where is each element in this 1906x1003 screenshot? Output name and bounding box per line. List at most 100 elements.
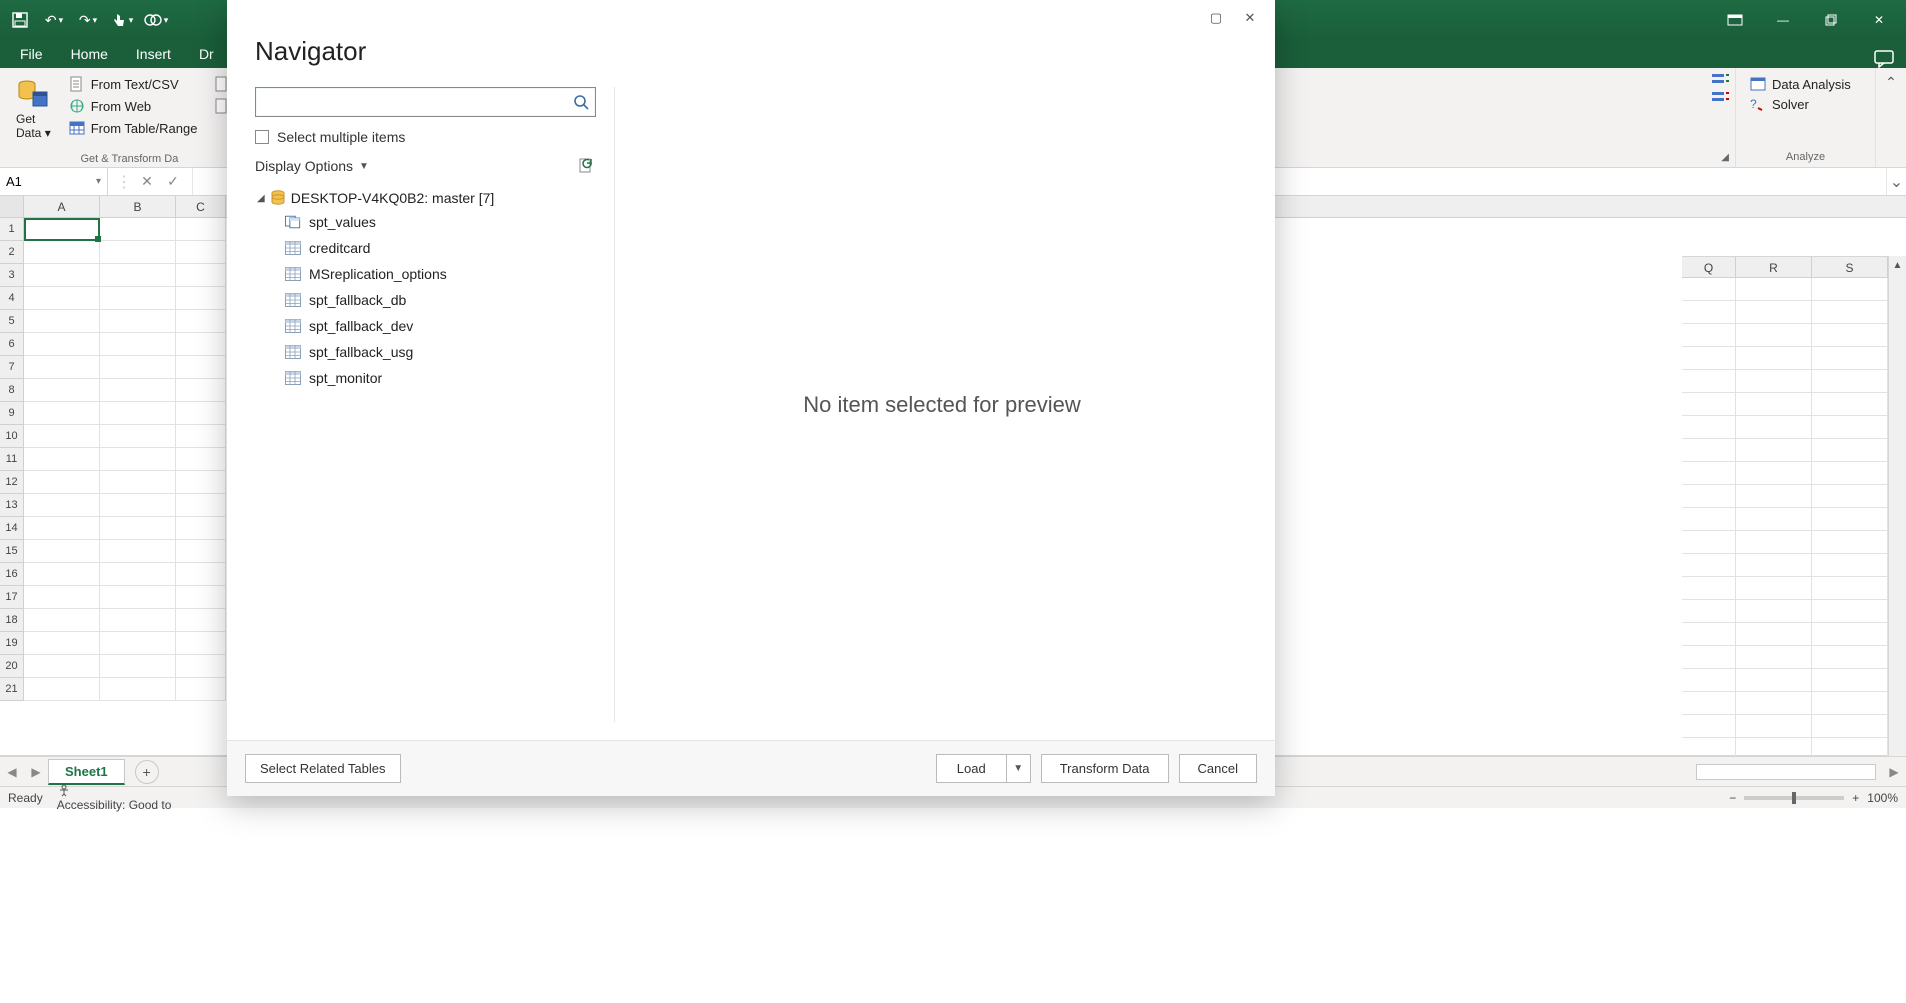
dialog-close-button[interactable]: ✕ (1233, 4, 1267, 32)
row-header[interactable]: 16 (0, 563, 24, 586)
tab-file[interactable]: File (6, 40, 57, 68)
redo-icon[interactable]: ↷▾ (74, 6, 102, 34)
cell[interactable] (1682, 692, 1736, 715)
dialog-launcher-icon[interactable]: ◢ (1721, 152, 1733, 163)
cell[interactable] (1736, 324, 1812, 347)
cell[interactable] (24, 586, 100, 609)
from-text-csv-button[interactable]: From Text/CSV (65, 74, 202, 94)
row-header[interactable]: 5 (0, 310, 24, 333)
cell[interactable] (1812, 715, 1888, 738)
cell[interactable] (1812, 531, 1888, 554)
horizontal-scrollbar[interactable] (1696, 764, 1876, 780)
cell[interactable] (176, 264, 226, 287)
cell[interactable] (1682, 462, 1736, 485)
cell[interactable] (1736, 692, 1812, 715)
cell[interactable] (100, 586, 176, 609)
cell[interactable] (176, 517, 226, 540)
cell[interactable] (176, 678, 226, 701)
cell[interactable] (176, 655, 226, 678)
tab-draw[interactable]: Dr (185, 40, 228, 68)
formula-enter-icon[interactable]: ✓ (162, 171, 184, 193)
cell[interactable] (24, 287, 100, 310)
cell[interactable] (1812, 462, 1888, 485)
group-rows-icon[interactable] (1712, 72, 1730, 86)
cell[interactable] (1736, 577, 1812, 600)
cell[interactable] (1812, 577, 1888, 600)
cell[interactable] (24, 241, 100, 264)
cell[interactable] (176, 241, 226, 264)
cell[interactable] (1812, 393, 1888, 416)
cell[interactable] (100, 563, 176, 586)
refresh-icon[interactable] (578, 157, 596, 175)
cell[interactable] (24, 632, 100, 655)
ribbon-display-icon[interactable] (1712, 5, 1758, 35)
cell[interactable] (176, 425, 226, 448)
cell[interactable] (24, 540, 100, 563)
cell[interactable] (1812, 301, 1888, 324)
cell[interactable] (1682, 393, 1736, 416)
cell[interactable] (100, 678, 176, 701)
tree-item[interactable]: spt_monitor (283, 365, 596, 391)
close-button[interactable]: ✕ (1856, 5, 1902, 35)
maximize-button[interactable] (1808, 5, 1854, 35)
cell[interactable] (24, 678, 100, 701)
cell[interactable] (1812, 623, 1888, 646)
cell[interactable] (1682, 715, 1736, 738)
ungroup-rows-icon[interactable] (1712, 90, 1730, 104)
cell[interactable] (1682, 554, 1736, 577)
cell[interactable] (1736, 278, 1812, 301)
cell[interactable] (1736, 301, 1812, 324)
cell[interactable] (176, 310, 226, 333)
tab-insert[interactable]: Insert (122, 40, 185, 68)
tree-item[interactable]: spt_fallback_db (283, 287, 596, 313)
cell[interactable] (100, 448, 176, 471)
cell[interactable] (1682, 508, 1736, 531)
cell[interactable] (1812, 278, 1888, 301)
comments-icon[interactable] (1874, 50, 1894, 68)
cell[interactable] (100, 333, 176, 356)
cell[interactable] (100, 494, 176, 517)
cell[interactable] (1736, 554, 1812, 577)
zoom-slider[interactable] (1744, 796, 1844, 800)
cell[interactable] (1736, 393, 1812, 416)
from-web-button[interactable]: From Web (65, 96, 202, 116)
cell[interactable] (24, 264, 100, 287)
cell[interactable] (176, 540, 226, 563)
cell[interactable] (1736, 508, 1812, 531)
cell[interactable] (1812, 669, 1888, 692)
cell[interactable] (24, 356, 100, 379)
cell[interactable] (1736, 669, 1812, 692)
cell[interactable] (1682, 324, 1736, 347)
cell[interactable] (176, 586, 226, 609)
cell[interactable] (176, 609, 226, 632)
cell[interactable] (1736, 462, 1812, 485)
cell[interactable] (1812, 554, 1888, 577)
row-header[interactable]: 15 (0, 540, 24, 563)
cell[interactable] (1736, 416, 1812, 439)
cell[interactable] (1736, 531, 1812, 554)
cell[interactable] (1812, 416, 1888, 439)
zoom-out-icon[interactable]: − (1729, 791, 1736, 805)
tab-home[interactable]: Home (57, 40, 122, 68)
cell[interactable] (1736, 715, 1812, 738)
row-header[interactable]: 19 (0, 632, 24, 655)
cell[interactable] (176, 563, 226, 586)
col-header[interactable]: C (176, 196, 226, 217)
row-header[interactable]: 6 (0, 333, 24, 356)
cell[interactable] (24, 655, 100, 678)
tree-item[interactable]: spt_fallback_usg (283, 339, 596, 365)
cell[interactable] (1736, 623, 1812, 646)
cell[interactable] (1736, 600, 1812, 623)
row-header[interactable]: 11 (0, 448, 24, 471)
sheet-tab-active[interactable]: Sheet1 (48, 759, 125, 785)
cell[interactable] (100, 264, 176, 287)
cell[interactable] (100, 632, 176, 655)
select-related-tables-button[interactable]: Select Related Tables (245, 754, 401, 783)
formula-cancel-icon[interactable]: ✕ (136, 171, 158, 193)
cell[interactable] (100, 287, 176, 310)
cell[interactable] (1682, 669, 1736, 692)
cell[interactable] (1682, 623, 1736, 646)
row-header[interactable]: 21 (0, 678, 24, 701)
add-sheet-button[interactable]: + (135, 760, 159, 784)
cell[interactable] (176, 379, 226, 402)
